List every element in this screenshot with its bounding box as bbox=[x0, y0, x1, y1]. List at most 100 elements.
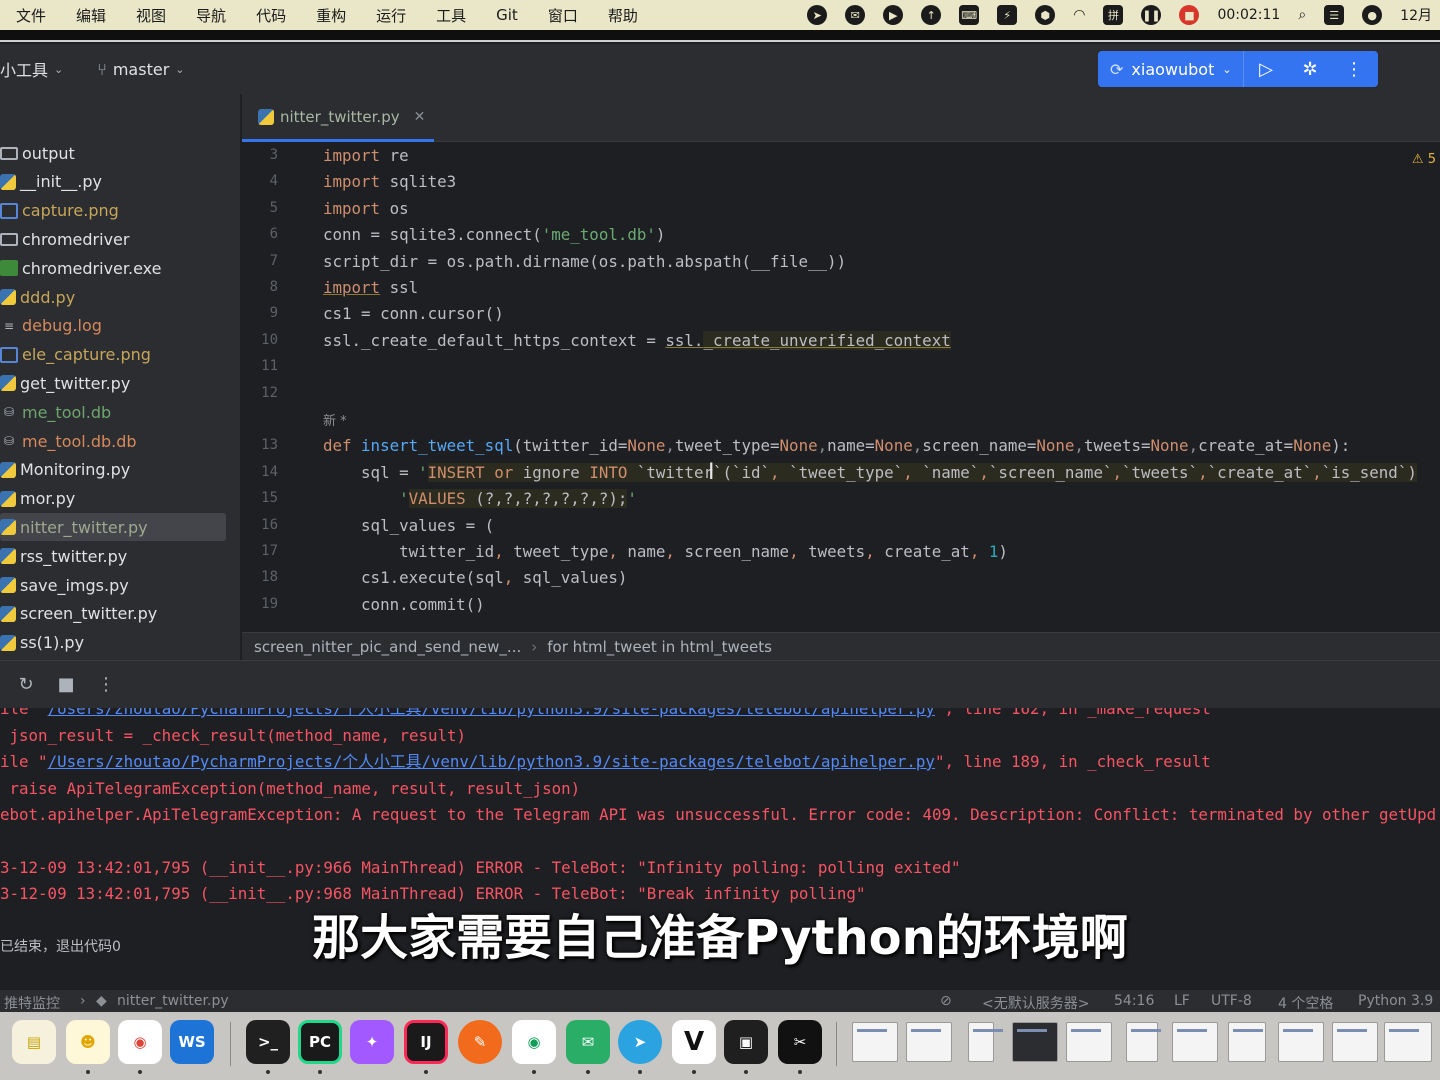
wechat-tray-icon[interactable]: ✉ bbox=[845, 5, 866, 25]
run-button[interactable]: ▷ bbox=[1244, 51, 1288, 87]
rerun-icon[interactable]: ↻ bbox=[6, 674, 46, 695]
folder-icon bbox=[0, 146, 18, 160]
window-thumbnail[interactable] bbox=[1126, 1022, 1161, 1062]
status-encoding[interactable]: UTF-8 bbox=[1211, 993, 1252, 1009]
window-thumbnail[interactable] bbox=[852, 1022, 898, 1062]
stop-icon[interactable]: ■ bbox=[46, 674, 86, 695]
status-interpreter[interactable]: Python 3.9 bbox=[1358, 993, 1433, 1009]
keyboard-icon[interactable]: ⌨ bbox=[959, 5, 980, 25]
pause-icon[interactable]: ❚❚ bbox=[1141, 5, 1162, 25]
line-number: 16 bbox=[261, 517, 278, 533]
tree-item[interactable]: ⛁ me_tool.db.db bbox=[0, 427, 226, 455]
code-area[interactable]: import re import sqlite3 import os conn … bbox=[323, 142, 1433, 632]
menu-git[interactable]: Git bbox=[480, 6, 532, 24]
pages-app-icon[interactable]: ✎ bbox=[458, 1020, 502, 1064]
tree-item[interactable]: ss(1).py bbox=[0, 629, 226, 657]
run-config-selector[interactable]: ⟳ xiaowubot ⌄ bbox=[1098, 51, 1244, 87]
tree-item[interactable]: chromedriver.exe bbox=[0, 254, 226, 282]
tree-item[interactable]: mor.py bbox=[0, 485, 226, 513]
file-icon bbox=[0, 232, 18, 246]
intellij-app-icon[interactable]: IJ bbox=[404, 1020, 448, 1064]
debug-button[interactable]: ✲ bbox=[1288, 51, 1332, 87]
tree-item[interactable]: output bbox=[0, 139, 226, 167]
project-selector[interactable]: 小工具 ⌄ bbox=[0, 57, 63, 81]
window-thumbnail[interactable] bbox=[1066, 1022, 1112, 1062]
figma-app-icon[interactable]: ✦ bbox=[350, 1020, 394, 1064]
menu-view[interactable]: 视图 bbox=[120, 5, 180, 26]
status-file[interactable]: nitter_twitter.py bbox=[117, 993, 229, 1009]
tree-item[interactable]: screen_twitter.py bbox=[0, 600, 226, 628]
close-icon[interactable]: ✕ bbox=[414, 109, 426, 125]
window-thumbnail[interactable] bbox=[968, 1022, 1003, 1062]
vpn-icon[interactable]: ↑ bbox=[921, 5, 942, 25]
more-options-icon[interactable]: ⋮ bbox=[86, 674, 126, 695]
menu-tools[interactable]: 工具 bbox=[420, 5, 480, 26]
file-link[interactable]: /Users/zhoutao/PycharmProjects/个人小工具/ven… bbox=[48, 752, 935, 771]
breadcrumb-function[interactable]: screen_nitter_pic_and_send_new_... bbox=[254, 638, 521, 656]
siri-icon[interactable]: ● bbox=[1362, 5, 1383, 25]
notes-app-icon[interactable]: ▤ bbox=[12, 1020, 56, 1064]
record-stop-icon[interactable]: ■ bbox=[1179, 5, 1200, 25]
v-app-icon[interactable]: V bbox=[672, 1020, 716, 1064]
status-project[interactable]: 推特监控 bbox=[4, 993, 60, 1013]
telegram-app-icon[interactable]: ➤ bbox=[618, 1020, 662, 1064]
tree-item[interactable]: nitter_twitter.py bbox=[0, 513, 226, 542]
tree-item[interactable]: __init__.py bbox=[0, 168, 226, 196]
control-center-icon[interactable]: ☰ bbox=[1324, 5, 1345, 25]
chevron-right-icon: › bbox=[531, 637, 538, 656]
tree-item[interactable]: ≡ debug.log bbox=[0, 312, 226, 340]
menu-edit[interactable]: 编辑 bbox=[60, 5, 120, 26]
menu-navigate[interactable]: 导航 bbox=[180, 5, 240, 26]
menu-file[interactable]: 文件 bbox=[0, 5, 60, 26]
menu-window[interactable]: 窗口 bbox=[532, 5, 592, 26]
tree-item[interactable]: save_imgs.py bbox=[0, 571, 226, 599]
menu-run[interactable]: 运行 bbox=[360, 5, 420, 26]
status-position[interactable]: 54:16 bbox=[1114, 993, 1154, 1009]
window-thumbnail[interactable] bbox=[1278, 1022, 1324, 1062]
menu-help[interactable]: 帮助 bbox=[592, 5, 652, 26]
terminal-app-icon[interactable]: >_ bbox=[246, 1020, 290, 1064]
window-thumbnail[interactable] bbox=[1172, 1022, 1218, 1062]
window-thumbnail[interactable] bbox=[906, 1022, 952, 1062]
status-indent[interactable]: 4 个空格 bbox=[1278, 993, 1333, 1013]
file-link[interactable]: /Users/zhoutao/PycharmProjects/个人小工具/ven… bbox=[48, 708, 935, 718]
tree-item[interactable]: ddd.py bbox=[0, 283, 226, 311]
menu-code[interactable]: 代码 bbox=[240, 5, 300, 26]
status-line-separator[interactable]: LF bbox=[1174, 993, 1190, 1009]
recorder-app-icon[interactable]: ▣ bbox=[724, 1020, 768, 1064]
menu-refactor[interactable]: 重构 bbox=[300, 5, 360, 26]
tab-nitter-twitter[interactable]: nitter_twitter.py ✕ bbox=[242, 94, 434, 142]
tree-item[interactable]: Monitoring.py bbox=[0, 456, 226, 484]
code-line: ssl._create_default_https_context = ssl.… bbox=[323, 331, 951, 350]
breadcrumb-loop[interactable]: for html_tweet in html_tweets bbox=[547, 638, 772, 656]
input-method-icon[interactable]: 拼 bbox=[1103, 5, 1124, 25]
chrome-app-icon-2[interactable]: ◉ bbox=[512, 1020, 556, 1064]
webstorm-app-icon[interactable]: WS bbox=[170, 1020, 214, 1064]
tree-item[interactable]: rss_twitter.py bbox=[0, 542, 226, 570]
tree-item[interactable]: chromedriver bbox=[0, 225, 226, 253]
search-icon[interactable]: ⌕ bbox=[1298, 7, 1306, 23]
window-thumbnail[interactable] bbox=[1332, 1022, 1378, 1062]
branch-selector[interactable]: ⑂ master ⌄ bbox=[97, 60, 184, 79]
capcut-app-icon[interactable]: ✂ bbox=[778, 1020, 822, 1064]
more-actions-button[interactable]: ⋮ bbox=[1332, 51, 1376, 87]
python-file-icon bbox=[0, 634, 16, 651]
tree-item[interactable]: ele_capture.png bbox=[0, 341, 226, 369]
tree-item[interactable]: ⛁ me_tool.db bbox=[0, 398, 226, 426]
window-thumbnail[interactable] bbox=[1228, 1022, 1266, 1062]
shield-icon[interactable]: ⬢ bbox=[1035, 5, 1056, 25]
linux-app-icon[interactable]: ☻ bbox=[66, 1020, 110, 1064]
pycharm-app-icon[interactable]: PC bbox=[298, 1020, 342, 1064]
chrome-app-icon[interactable]: ◉ bbox=[118, 1020, 162, 1064]
line-number-gutter: 3 4 5 6 7 8 9 10 11 12 13 14 15 16 17 18 19 bbox=[242, 142, 320, 632]
play-circle-icon[interactable]: ▶ bbox=[883, 5, 904, 25]
status-server[interactable]: <无默认服务器> bbox=[982, 993, 1089, 1013]
wifi-icon[interactable]: ◠ bbox=[1073, 7, 1085, 23]
battery-icon[interactable]: ⚡ bbox=[997, 5, 1018, 25]
tree-item[interactable]: get_twitter.py bbox=[0, 369, 226, 397]
navigation-icon[interactable]: ➤ bbox=[807, 5, 828, 25]
wechat-app-icon[interactable]: ✉ bbox=[566, 1020, 610, 1064]
window-thumbnail[interactable] bbox=[1012, 1022, 1058, 1062]
tree-item[interactable]: capture.png bbox=[0, 197, 226, 225]
window-thumbnail[interactable] bbox=[1384, 1022, 1432, 1062]
